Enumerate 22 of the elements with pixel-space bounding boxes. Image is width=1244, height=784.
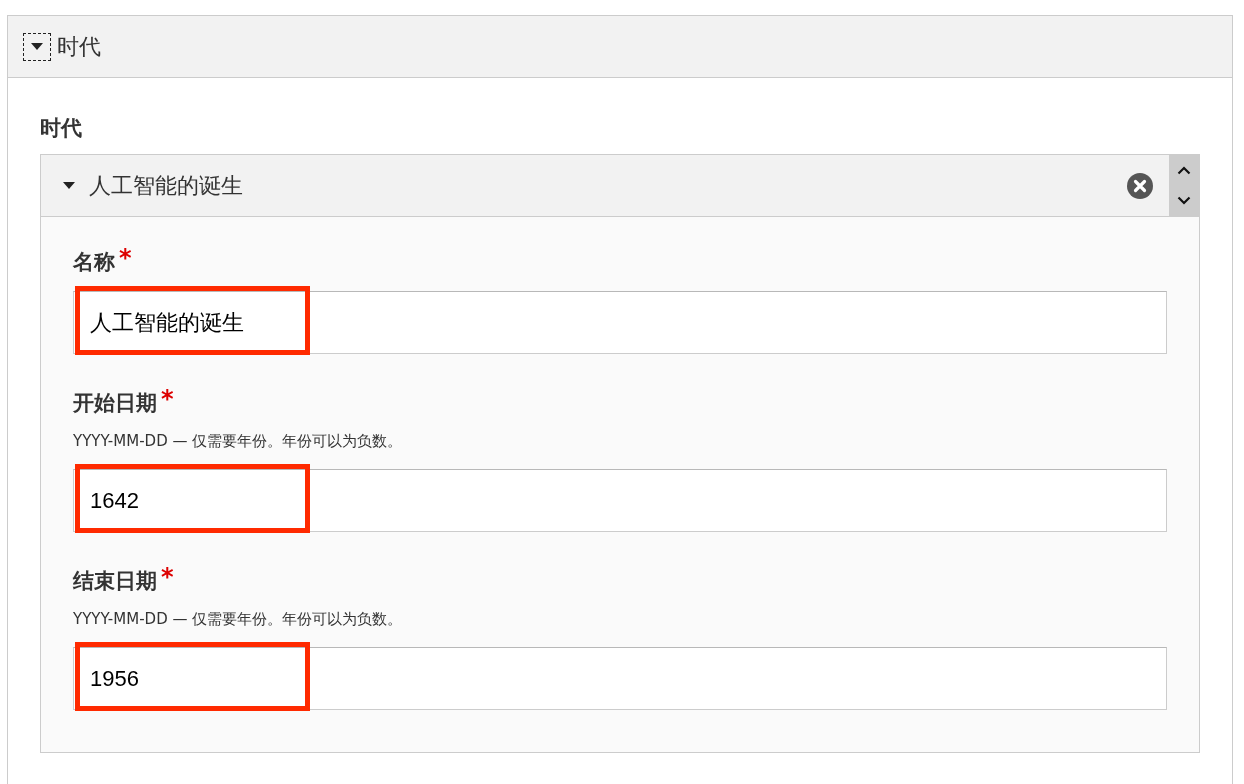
collapse-toggle[interactable] (23, 32, 51, 61)
field-description: YYYY-MM-DD — 仅需要年份。年份可以为负数。 (73, 610, 404, 629)
move-up-button[interactable] (1177, 165, 1191, 175)
required-asterisk: * (161, 388, 174, 410)
field-label: 结束日期 (73, 568, 157, 595)
close-icon (1127, 172, 1153, 199)
section-label: 时代 (40, 115, 83, 142)
chevron-up-icon (1177, 165, 1191, 175)
text-field[interactable]: 1642 (73, 469, 1167, 532)
item-title[interactable]: 人工智能的诞生 (89, 170, 243, 201)
remove-button[interactable] (1127, 172, 1153, 199)
field-label: 开始日期 (73, 390, 157, 417)
field-description: YYYY-MM-DD — 仅需要年份。年份可以为负数。 (73, 432, 404, 451)
chevron-down-icon (1177, 196, 1191, 206)
text-field[interactable]: 人工智能的诞生 (73, 291, 1167, 354)
required-asterisk: * (161, 566, 174, 588)
panel-title: 时代 (57, 32, 101, 61)
move-down-button[interactable] (1177, 196, 1191, 206)
caret-down-icon (31, 43, 43, 50)
field-label: 名称 (73, 249, 115, 276)
text-field[interactable]: 1956 (73, 647, 1167, 710)
required-asterisk: * (119, 247, 132, 269)
